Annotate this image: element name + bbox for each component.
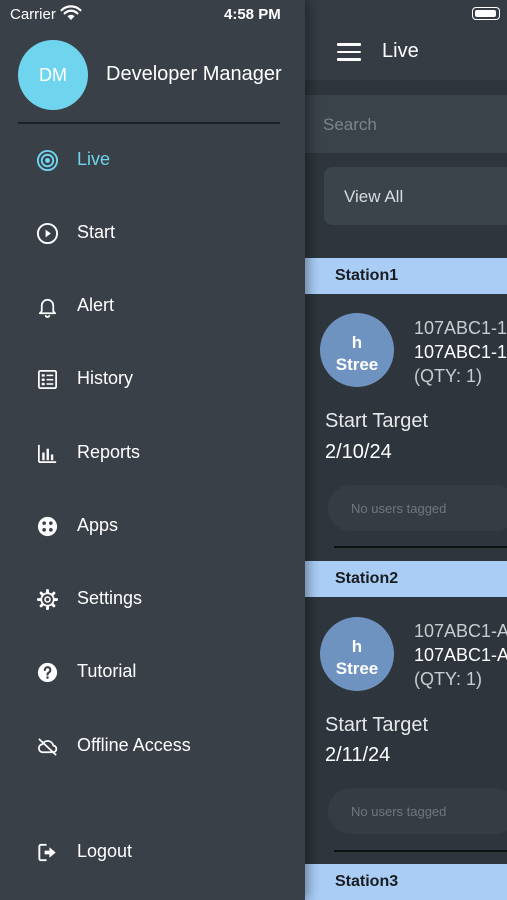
list-icon <box>36 368 59 391</box>
order-id: 107ABC1-A <box>414 621 507 641</box>
gear-icon <box>36 588 59 611</box>
station-avatar[interactable]: h Stree <box>320 313 394 387</box>
menu-item-label: Tutorial <box>77 661 137 681</box>
menu-item-offline-access[interactable]: Offline Access <box>18 724 288 768</box>
station-avatar[interactable]: h Stree <box>320 617 394 691</box>
search-placeholder: Search <box>323 115 377 134</box>
menu-item-label: Logout <box>77 841 133 861</box>
station-name: Station1 <box>335 267 399 284</box>
menu-item-label: Alert <box>77 295 115 315</box>
target-date: 2/10/24 <box>325 441 392 463</box>
target-label: Start Target <box>325 410 429 432</box>
menu-item-history[interactable]: History <box>18 357 288 401</box>
menu-item-tutorial[interactable]: Tutorial <box>18 650 288 694</box>
battery-icon <box>472 7 500 20</box>
menu-item-label: Live <box>77 149 111 169</box>
menu-item-reports[interactable]: Reports <box>18 431 288 475</box>
tag-users-placeholder: No users tagged <box>351 804 447 819</box>
logout-icon <box>36 841 59 864</box>
tag-users-placeholder: No users tagged <box>351 501 447 516</box>
avatar[interactable]: DM <box>18 40 88 110</box>
station-name: Station2 <box>335 570 399 587</box>
target-date: 2/11/24 <box>325 744 391 766</box>
menu-item-label: History <box>77 368 134 388</box>
menu-item-label: Start <box>77 222 116 242</box>
menu-item-start[interactable]: Start <box>18 211 288 255</box>
menu-item-alert[interactable]: Alert <box>18 284 288 328</box>
divider <box>334 850 507 852</box>
play-circle-icon <box>36 222 59 245</box>
divider <box>18 122 280 124</box>
status-time: 4:58 PM <box>224 6 281 23</box>
menu-item-settings[interactable]: Settings <box>18 577 288 621</box>
navigation-drawer: Carrier 4:58 PM DM Developer Manager Liv… <box>0 0 305 900</box>
order-id: 107ABC1-1 <box>414 342 507 362</box>
status-carrier: Carrier <box>10 6 56 23</box>
target-label: Start Target <box>325 714 429 736</box>
station-avatar-text: h <box>351 333 363 352</box>
order-id: 107ABC1-A <box>414 645 507 665</box>
station-name: Station3 <box>335 873 399 890</box>
target-icon <box>36 149 59 172</box>
apps-icon <box>36 515 59 538</box>
cloud-off-icon <box>36 735 59 758</box>
menu-item-live[interactable]: Live <box>18 138 288 182</box>
order-id: 107ABC1-1 <box>414 318 507 338</box>
menu-item-label: Apps <box>77 515 119 535</box>
order-qty: (QTY: 1) <box>414 669 483 689</box>
user-name: Developer Manager <box>106 63 282 85</box>
bell-icon <box>36 295 59 318</box>
question-icon <box>36 661 59 684</box>
menu-item-label: Offline Access <box>77 735 191 755</box>
wifi-icon <box>60 5 82 21</box>
menu-item-label: Settings <box>77 588 143 608</box>
divider <box>334 546 507 548</box>
bar-chart-icon <box>36 442 59 465</box>
station-avatar-text: Stree <box>335 355 379 374</box>
station-avatar-text: h <box>351 637 363 656</box>
order-qty: (QTY: 1) <box>414 366 483 386</box>
menu-item-apps[interactable]: Apps <box>18 504 288 548</box>
station-avatar-text: Stree <box>335 659 379 678</box>
menu-item-label: Reports <box>77 442 141 462</box>
hamburger-menu-icon[interactable] <box>337 43 363 63</box>
menu-item-logout[interactable]: Logout <box>18 830 288 874</box>
filter-dropdown-label: View All <box>344 187 404 206</box>
page-title: Live <box>382 40 419 62</box>
